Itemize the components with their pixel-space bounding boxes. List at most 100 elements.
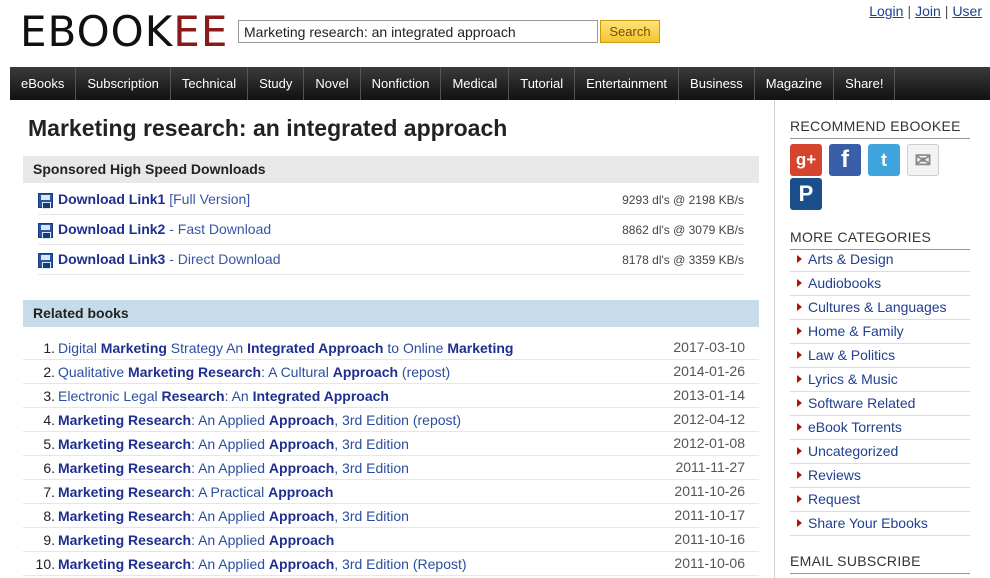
category-label: Law & Politics: [808, 347, 896, 363]
arrow-right-icon: [797, 327, 802, 335]
book-number: 4.: [43, 412, 55, 428]
book-date: 2011-10-16: [674, 531, 745, 547]
nav-item-study[interactable]: Study: [248, 67, 305, 100]
book-number: 3.: [43, 388, 55, 404]
category-link[interactable]: Lyrics & Music: [790, 368, 970, 392]
book-date: 2011-10-17: [674, 507, 745, 523]
arrow-right-icon: [797, 279, 802, 287]
sidebar: RECOMMEND EBOOKEE g+ f t ✉ P MORE CATEGORIES…: [790, 100, 970, 578]
category-label: Request: [808, 491, 861, 507]
book-number: 5.: [43, 436, 55, 452]
category-label: Share Your Ebooks: [808, 515, 928, 531]
sidebar-divider: [774, 100, 775, 578]
book-date: 2017-03-10: [673, 339, 745, 355]
separator: |: [944, 3, 949, 19]
category-link[interactable]: eBook Torrents: [790, 416, 970, 440]
category-link[interactable]: Uncategorized: [790, 440, 970, 464]
book-title-link[interactable]: Marketing Research: An Applied Approach,…: [58, 508, 409, 524]
sponsored-heading: Sponsored High Speed Downloads: [23, 156, 759, 183]
related-heading: Related books: [23, 300, 759, 327]
download-link[interactable]: Download Link2 - Fast Download: [58, 221, 271, 237]
nav-item-technical[interactable]: Technical: [171, 67, 249, 100]
category-label: Arts & Design: [808, 251, 894, 267]
book-title-link[interactable]: Marketing Research: A Practical Approach: [58, 484, 333, 500]
category-label: Uncategorized: [808, 443, 899, 459]
download-link[interactable]: Download Link3 - Direct Download: [58, 251, 281, 267]
book-title-link[interactable]: Marketing Research: An Applied Approach,…: [58, 412, 461, 428]
category-link[interactable]: Reviews: [790, 464, 970, 488]
twitter-icon[interactable]: t: [868, 144, 900, 176]
email-icon[interactable]: ✉: [907, 144, 939, 176]
book-row: 8. Marketing Research: An Applied Approac…: [23, 504, 759, 528]
page-title: Marketing research: an integrated approa…: [28, 115, 508, 141]
nav-item-magazine[interactable]: Magazine: [755, 67, 835, 100]
logo-text-dark: EBOOK: [20, 7, 174, 56]
book-row: 9. Marketing Research: An Applied Approac…: [23, 528, 759, 552]
nav-item-entertainment[interactable]: Entertainment: [575, 67, 680, 100]
category-link[interactable]: Cultures & Languages: [790, 296, 970, 320]
book-date: 2012-04-12: [673, 411, 745, 427]
book-title-link[interactable]: Digital Marketing Strategy An Integrated…: [58, 340, 513, 356]
book-title-link[interactable]: Electronic Legal Research: An Integrated…: [58, 388, 389, 404]
nav-item-nonfiction[interactable]: Nonfiction: [361, 67, 442, 100]
book-number: 8.: [43, 508, 55, 524]
category-label: Software Related: [808, 395, 916, 411]
book-number: 10.: [35, 556, 55, 572]
nav-item-business[interactable]: Business: [679, 67, 755, 100]
category-label: Audiobooks: [808, 275, 882, 291]
arrow-right-icon: [797, 255, 802, 263]
arrow-right-icon: [797, 447, 802, 455]
nav-item-novel[interactable]: Novel: [304, 67, 361, 100]
search-input[interactable]: [238, 20, 598, 43]
search-button[interactable]: Search: [600, 20, 660, 43]
book-date: 2011-10-06: [674, 555, 745, 571]
book-title-link[interactable]: Marketing Research: An Applied Approach,…: [58, 556, 467, 572]
arrow-right-icon: [797, 399, 802, 407]
facebook-icon[interactable]: f: [829, 144, 861, 176]
download-row: Download Link2 - Fast Download 8862 dl's …: [38, 215, 744, 245]
book-title-link[interactable]: Marketing Research: An Applied Approach: [58, 532, 334, 548]
book-date: 2012-01-08: [673, 435, 745, 451]
category-label: Cultures & Languages: [808, 299, 947, 315]
nav-item-share[interactable]: Share!: [834, 67, 896, 100]
login-link[interactable]: Login: [869, 3, 903, 19]
join-link[interactable]: Join: [915, 3, 941, 19]
arrow-right-icon: [797, 471, 802, 479]
nav-item-medical[interactable]: Medical: [441, 67, 510, 100]
category-link[interactable]: Law & Politics: [790, 344, 970, 368]
book-row: 1. Digital Marketing Strategy An Integrat…: [23, 336, 759, 360]
category-link[interactable]: Home & Family: [790, 320, 970, 344]
site-header: EBOOKEE Search Login|Join|User: [0, 0, 990, 66]
arrow-right-icon: [797, 351, 802, 359]
category-link[interactable]: Audiobooks: [790, 272, 970, 296]
book-title-link[interactable]: Marketing Research: An Applied Approach,…: [58, 436, 409, 452]
nav-item-subscription[interactable]: Subscription: [76, 67, 171, 100]
book-row: 3. Electronic Legal Research: An Integrat…: [23, 384, 759, 408]
book-title-link[interactable]: Qualitative Marketing Research: A Cultur…: [58, 364, 450, 380]
main-nav: eBooks Subscription Technical Study Novel Non…: [10, 67, 990, 100]
book-row: 10. Marketing Research: An Applied Approa…: [23, 552, 759, 576]
nav-item-ebooks[interactable]: eBooks: [10, 67, 77, 100]
category-label: eBook Torrents: [808, 419, 902, 435]
book-row: 5. Marketing Research: An Applied Approac…: [23, 432, 759, 456]
pinterest-icon[interactable]: P: [790, 178, 822, 210]
logo-text-red: EE: [173, 7, 229, 56]
book-row: 6. Marketing Research: An Applied Approac…: [23, 456, 759, 480]
google-plus-icon[interactable]: g+: [790, 144, 822, 176]
download-link[interactable]: Download Link1 [Full Version]: [58, 191, 250, 207]
download-stats: 8862 dl's @ 3079 KB/s: [622, 223, 744, 237]
category-link[interactable]: Arts & Design: [790, 248, 970, 272]
book-title-link[interactable]: Marketing Research: An Applied Approach,…: [58, 460, 409, 476]
nav-item-tutorial[interactable]: Tutorial: [509, 67, 576, 100]
floppy-disk-icon: [38, 193, 53, 209]
site-logo[interactable]: EBOOKEE: [20, 8, 228, 56]
user-link[interactable]: User: [952, 3, 982, 19]
category-label: Reviews: [808, 467, 861, 483]
book-number: 7.: [43, 484, 55, 500]
category-link[interactable]: Request: [790, 488, 970, 512]
floppy-disk-icon: [38, 253, 53, 269]
download-row: Download Link1 [Full Version] 9293 dl's @…: [38, 185, 744, 215]
arrow-right-icon: [797, 519, 802, 527]
category-link[interactable]: Share Your Ebooks: [790, 512, 970, 536]
category-link[interactable]: Software Related: [790, 392, 970, 416]
